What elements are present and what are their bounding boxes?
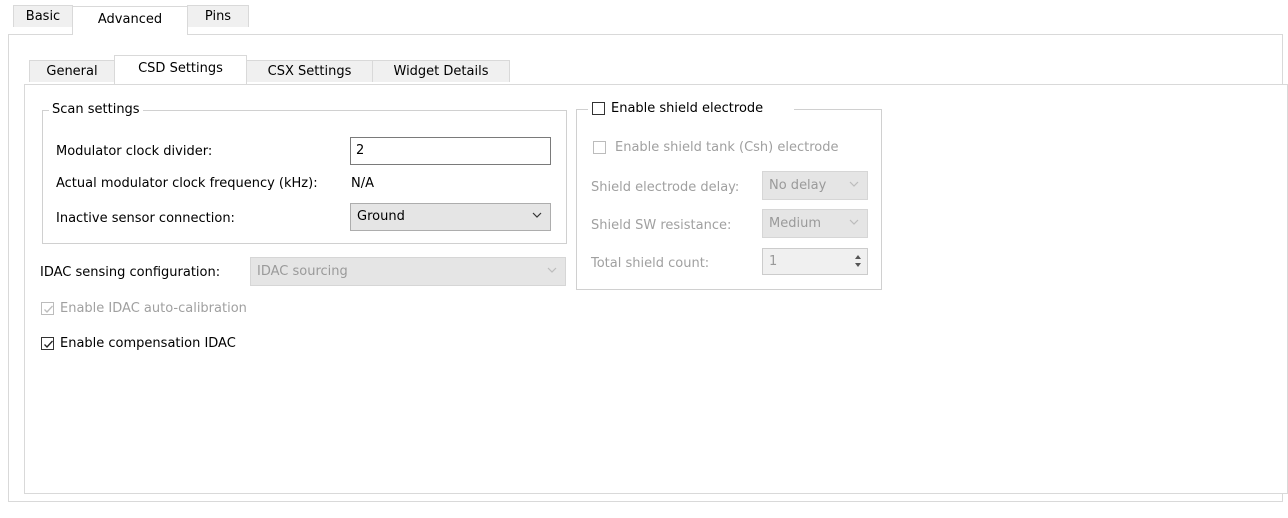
chevron-down-icon: [532, 212, 542, 218]
shield-tank-label: Enable shield tank (Csh) electrode: [615, 140, 839, 155]
inactive-sensor-label: Inactive sensor connection:: [56, 211, 235, 226]
checkmark-icon: [44, 305, 53, 313]
actual-freq-label: Actual modulator clock frequency (kHz):: [56, 176, 318, 191]
shield-sw-resistance-select[interactable]: Medium: [762, 209, 868, 238]
tab-widget-details[interactable]: Widget Details: [372, 60, 510, 82]
tab-advanced[interactable]: Advanced: [72, 6, 188, 35]
compensation-idac-label: Enable compensation IDAC: [60, 336, 236, 351]
enable-shield-label: Enable shield electrode: [611, 101, 764, 116]
inactive-sensor-select[interactable]: Ground: [350, 203, 551, 231]
tab-basic-label: Basic: [25, 9, 61, 24]
tab-general-label: General: [46, 64, 98, 79]
chevron-down-icon: [849, 219, 859, 225]
idac-auto-calibration-checkbox[interactable]: [41, 302, 54, 315]
idac-auto-calibration-label: Enable IDAC auto-calibration: [60, 301, 247, 316]
scan-settings-title: Scan settings: [49, 102, 143, 118]
tab-basic[interactable]: Basic: [13, 5, 73, 27]
modulator-clock-divider-input[interactable]: 2: [350, 137, 551, 165]
shield-sw-resistance-label: Shield SW resistance:: [591, 218, 732, 233]
tab-pins-label: Pins: [204, 9, 232, 24]
checkmark-icon: [44, 340, 53, 348]
tab-csd-settings-label: CSD Settings: [138, 61, 223, 76]
idac-sensing-config-value: IDAC sourcing: [257, 264, 348, 279]
inactive-sensor-value: Ground: [357, 209, 405, 224]
actual-freq-value: N/A: [351, 176, 374, 191]
total-shield-count-spinbox[interactable]: 1: [762, 248, 868, 275]
total-shield-count-value: 1: [769, 254, 778, 269]
shield-tank-checkbox[interactable]: [593, 141, 606, 154]
tab-general[interactable]: General: [29, 60, 115, 82]
tab-csx-settings-label: CSX Settings: [267, 64, 352, 79]
shield-delay-value: No delay: [769, 178, 827, 193]
total-shield-count-label: Total shield count:: [591, 256, 710, 271]
shield-delay-select[interactable]: No delay: [762, 171, 868, 200]
tab-csx-settings[interactable]: CSX Settings: [246, 60, 373, 82]
tab-pins[interactable]: Pins: [187, 5, 249, 27]
tab-advanced-label: Advanced: [97, 12, 163, 27]
modulator-clock-divider-label: Modulator clock divider:: [56, 144, 213, 159]
idac-sensing-config-label: IDAC sensing configuration:: [40, 265, 221, 280]
enable-shield-checkbox[interactable]: [592, 102, 605, 115]
compensation-idac-checkbox[interactable]: [41, 337, 54, 350]
shield-delay-label: Shield electrode delay:: [591, 180, 740, 195]
chevron-down-icon: [849, 181, 859, 187]
tab-csd-settings[interactable]: CSD Settings: [114, 55, 247, 84]
tab-widget-details-label: Widget Details: [393, 64, 489, 79]
spin-arrows-icon: [855, 255, 861, 267]
shield-sw-resistance-value: Medium: [769, 216, 821, 231]
idac-sensing-config-select[interactable]: IDAC sourcing: [250, 257, 566, 286]
chevron-down-icon: [547, 267, 557, 273]
